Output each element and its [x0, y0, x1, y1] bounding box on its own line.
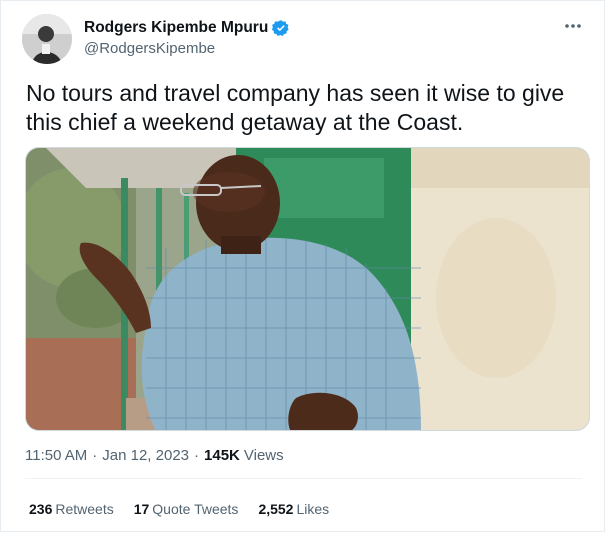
retweets-stat[interactable]: 236 Retweets [29, 501, 114, 517]
tweet-date[interactable]: Jan 12, 2023 [102, 447, 189, 464]
name-row: Rodgers Kipembe Mpuru [84, 19, 290, 37]
quote-tweets-stat[interactable]: 17 Quote Tweets [134, 501, 239, 517]
views-label: Views [243, 447, 284, 464]
photo-image [26, 148, 589, 430]
tweet-photo[interactable] [25, 147, 590, 431]
likes-count: 2,552 [258, 501, 294, 517]
quote-tweets-count: 17 [133, 501, 150, 517]
verified-badge-icon [272, 19, 290, 37]
tweet-header: Rodgers Kipembe Mpuru @RodgersKipembe [22, 14, 584, 64]
avatar[interactable] [22, 14, 72, 64]
avatar-image [22, 14, 72, 64]
divider [25, 478, 582, 479]
display-name[interactable]: Rodgers Kipembe Mpuru [84, 19, 268, 37]
tweet-text: No tours and travel company has seen it … [26, 80, 565, 135]
views-count: 145K [204, 447, 240, 464]
retweets-count: 236 [29, 501, 53, 517]
likes-stat[interactable]: 2,552 Likes [258, 501, 329, 517]
retweets-label: Retweets [55, 501, 114, 517]
meta-separator: · [92, 447, 98, 464]
tweet-time[interactable]: 11:50 AM [25, 447, 87, 464]
handle[interactable]: @RodgersKipembe [84, 40, 215, 57]
tweet-card: Rodgers Kipembe Mpuru @RodgersKipembe No… [0, 0, 605, 532]
tweet-meta: 11:50 AM · Jan 12, 2023 · 145K Views [25, 447, 284, 464]
likes-label: Likes [296, 501, 330, 517]
tweet-stats: 236 Retweets 17 Quote Tweets 2,552 Likes [29, 501, 349, 517]
meta-separator-views: · [194, 447, 200, 464]
more-icon[interactable] [562, 16, 584, 36]
quote-tweets-label: Quote Tweets [152, 501, 239, 517]
